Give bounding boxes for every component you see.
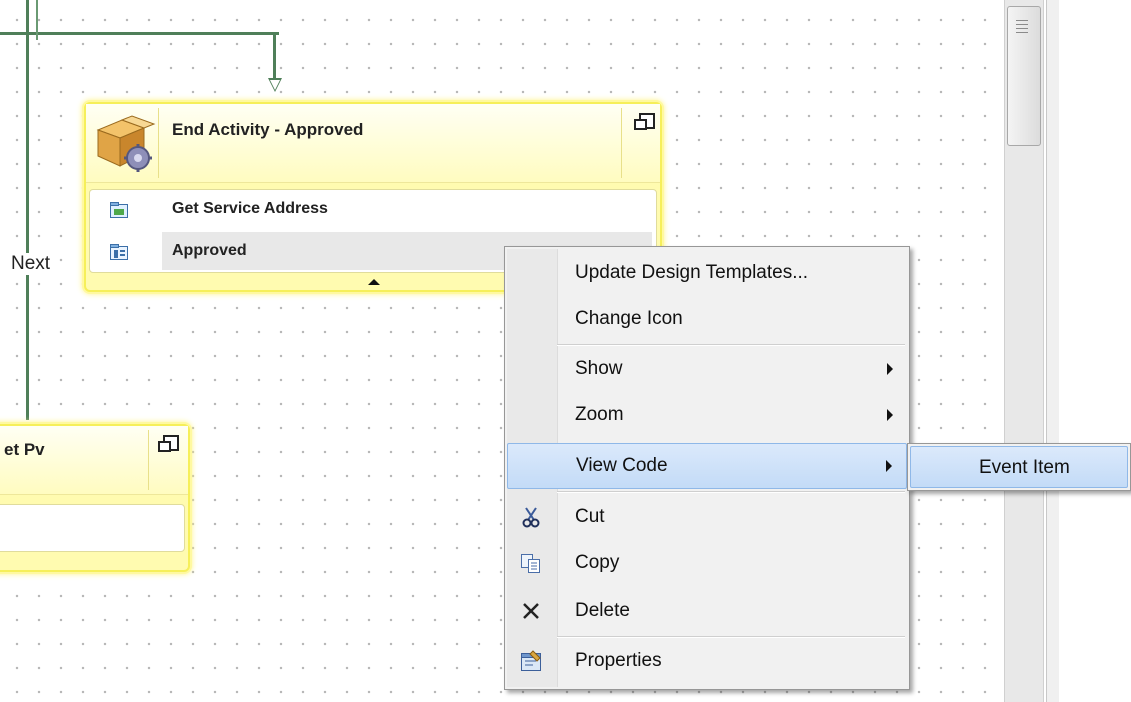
menu-item-properties[interactable]: Properties bbox=[507, 639, 907, 683]
menu-item-zoom[interactable]: Zoom bbox=[507, 393, 907, 437]
service-icon bbox=[110, 202, 128, 218]
restore-icon[interactable] bbox=[634, 113, 655, 130]
delete-icon bbox=[519, 599, 543, 623]
connector-label: Next bbox=[10, 253, 52, 275]
record-icon bbox=[110, 244, 128, 260]
activity-node-items bbox=[0, 504, 185, 552]
menu-item-show[interactable]: Show bbox=[507, 347, 907, 391]
menu-separator bbox=[557, 491, 905, 493]
menu-item-cut[interactable]: Cut bbox=[507, 495, 907, 539]
connector-line-left-2 bbox=[36, 0, 38, 40]
collapse-caret-icon[interactable] bbox=[368, 279, 380, 285]
right-pane bbox=[1059, 0, 1131, 702]
submenu-arrow-icon bbox=[887, 409, 893, 421]
connector-line-top bbox=[0, 32, 279, 35]
menu-item-delete[interactable]: Delete bbox=[507, 589, 907, 633]
menu-item-update-design-templates[interactable]: Update Design Templates... bbox=[507, 251, 907, 295]
menu-item-event-item[interactable]: Event Item bbox=[910, 446, 1128, 488]
pane-splitter[interactable] bbox=[1046, 0, 1060, 702]
menu-separator bbox=[557, 344, 905, 346]
context-menu: Update Design Templates... Change Icon S… bbox=[504, 246, 910, 690]
activity-node-title: End Activity - Approved bbox=[172, 120, 364, 139]
connector-line-left bbox=[26, 0, 29, 420]
list-item-label: Approved bbox=[172, 242, 247, 259]
scrollbar-thumb[interactable] bbox=[1007, 6, 1041, 146]
view-code-submenu: Event Item bbox=[907, 443, 1131, 491]
connector-line-down bbox=[273, 32, 276, 80]
menu-separator bbox=[557, 636, 905, 638]
scissors-icon bbox=[519, 505, 543, 529]
activity-node-header[interactable]: End Activity - Approved bbox=[86, 104, 660, 183]
submenu-arrow-icon bbox=[887, 363, 893, 375]
restore-icon[interactable] bbox=[158, 435, 179, 452]
properties-icon bbox=[519, 649, 543, 673]
list-item-label: Get Service Address bbox=[172, 200, 328, 217]
activity-node-secondary[interactable]: et Pv bbox=[0, 424, 190, 572]
copy-icon bbox=[519, 551, 543, 575]
package-gear-icon bbox=[92, 110, 156, 178]
menu-item-change-icon[interactable]: Change Icon bbox=[507, 297, 907, 341]
activity-node-title: et Pv bbox=[4, 440, 45, 459]
submenu-arrow-icon bbox=[886, 460, 892, 472]
menu-item-view-code[interactable]: View Code bbox=[507, 443, 907, 489]
list-item[interactable]: Get Service Address bbox=[162, 190, 652, 228]
menu-item-copy[interactable]: Copy bbox=[507, 541, 907, 585]
